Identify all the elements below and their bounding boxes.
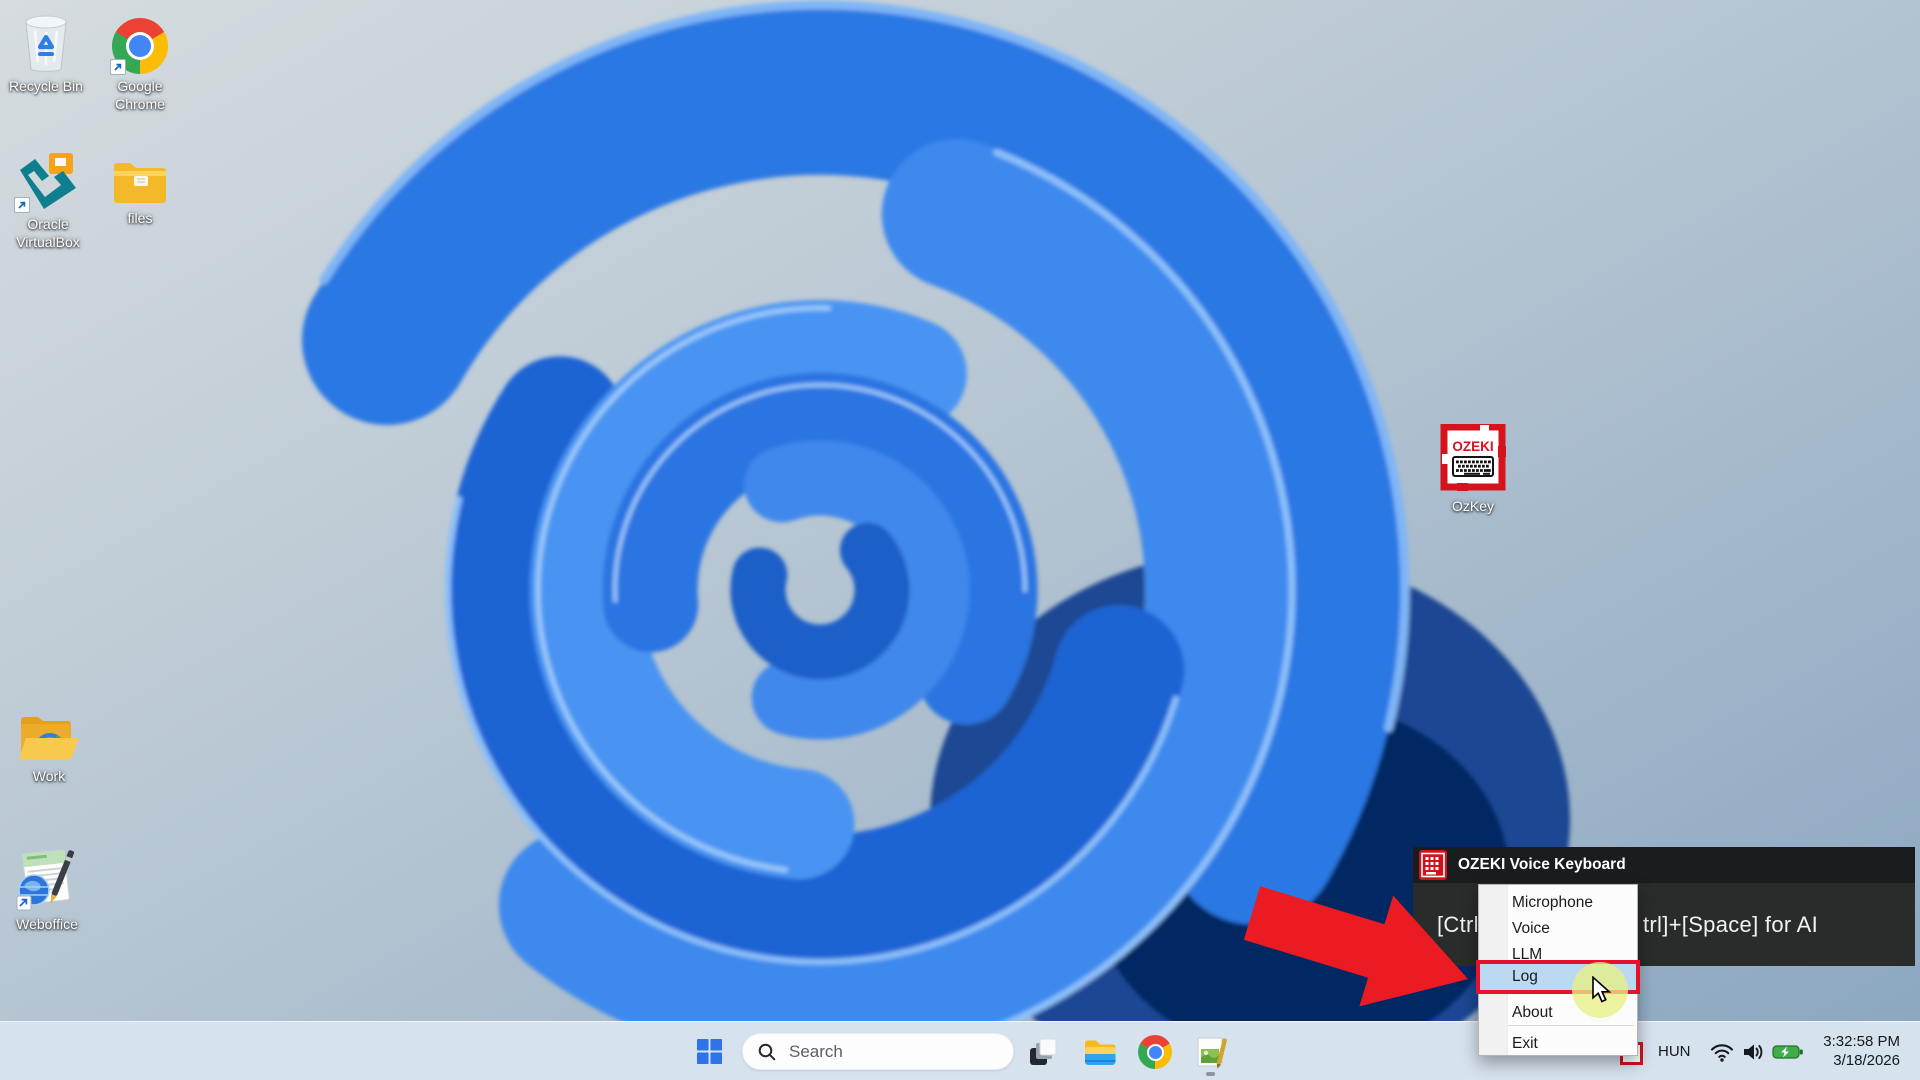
desktop-icon-label: Recycle Bin <box>9 77 83 95</box>
virtualbox-icon <box>16 146 80 212</box>
wifi-button[interactable] <box>1708 1039 1736 1065</box>
chrome-icon <box>112 10 168 74</box>
chrome-icon <box>1138 1035 1172 1069</box>
language-label: HUN <box>1658 1043 1691 1060</box>
wifi-icon <box>1709 1040 1735 1064</box>
desktop-icon-label: Weboffice <box>16 915 78 933</box>
desktop-icon-label: OzKey <box>1452 497 1494 515</box>
weboffice-icon <box>15 844 79 912</box>
battery-charging-icon <box>1772 1043 1804 1061</box>
search-icon <box>757 1042 777 1062</box>
desktop-icon-ozkey[interactable]: OZEKI OzKey <box>1427 422 1519 515</box>
desktop-icon-files[interactable]: files <box>94 148 186 227</box>
ozkey-icon: OZEKI <box>1440 422 1506 494</box>
desktop-icon-recycle-bin[interactable]: Recycle Bin <box>0 10 92 95</box>
shortcut-arrow-icon <box>14 197 30 213</box>
menu-item-exit[interactable]: Exit <box>1479 1031 1637 1056</box>
running-app-indicator <box>1206 1072 1215 1076</box>
volume-button[interactable] <box>1739 1039 1767 1065</box>
ozeki-keyboard-icon <box>1419 850 1447 880</box>
ozeki-brand-text: OZEKI <box>1452 439 1493 454</box>
hotkey-text-right: trl]+[Space] for AI <box>1643 912 1818 938</box>
menu-item-voice[interactable]: Voice <box>1479 916 1637 941</box>
desktop-icon-weboffice[interactable]: Weboffice <box>1 844 93 933</box>
menu-separator <box>1508 1025 1634 1026</box>
desktop-icon-work[interactable]: Work <box>3 710 95 785</box>
desktop-icon-label: Oracle VirtualBox <box>16 215 80 251</box>
desktop-icon-oracle-virtualbox[interactable]: Oracle VirtualBox <box>2 146 94 251</box>
desktop-icon-label: files <box>128 209 153 227</box>
file-explorer-button[interactable] <box>1082 1035 1118 1069</box>
desktop-icon-google-chrome[interactable]: Google Chrome <box>94 10 186 113</box>
image-editor-icon <box>1195 1036 1227 1069</box>
clock[interactable]: 3:32:58 PM 3/18/2026 <box>1823 1032 1900 1070</box>
mouse-cursor-icon <box>1591 976 1615 1011</box>
windows-logo-icon <box>696 1038 723 1065</box>
notification-title-row: OZEKI Voice Keyboard <box>1413 847 1915 883</box>
image-editor-button[interactable] <box>1194 1035 1228 1069</box>
windows-desktop: Recycle Bin Google Chrome Oracle <box>0 0 1920 1080</box>
desktop-icon-label: Work <box>33 767 65 785</box>
open-folder-icon <box>18 710 80 764</box>
notification-title: OZEKI Voice Keyboard <box>1458 856 1626 874</box>
menu-item-microphone[interactable]: Microphone <box>1479 890 1637 915</box>
folder-icon <box>112 148 168 206</box>
clock-date: 3/18/2026 <box>1823 1051 1900 1070</box>
desktop-icon-label: Google Chrome <box>115 77 165 113</box>
file-explorer-icon <box>1083 1036 1117 1068</box>
battery-button[interactable] <box>1771 1042 1805 1062</box>
taskbar-search[interactable] <box>742 1033 1014 1070</box>
task-view-icon <box>1028 1037 1058 1067</box>
clock-time: 3:32:58 PM <box>1823 1032 1900 1051</box>
task-view-button[interactable] <box>1027 1036 1059 1068</box>
shortcut-arrow-icon <box>110 59 126 75</box>
start-button[interactable] <box>694 1036 724 1066</box>
chrome-taskbar-button[interactable] <box>1137 1035 1173 1069</box>
speaker-icon <box>1740 1040 1766 1064</box>
recycle-bin-icon <box>23 10 69 74</box>
search-input[interactable] <box>787 1041 991 1063</box>
tray-language-button[interactable]: HUN <box>1658 1022 1691 1080</box>
